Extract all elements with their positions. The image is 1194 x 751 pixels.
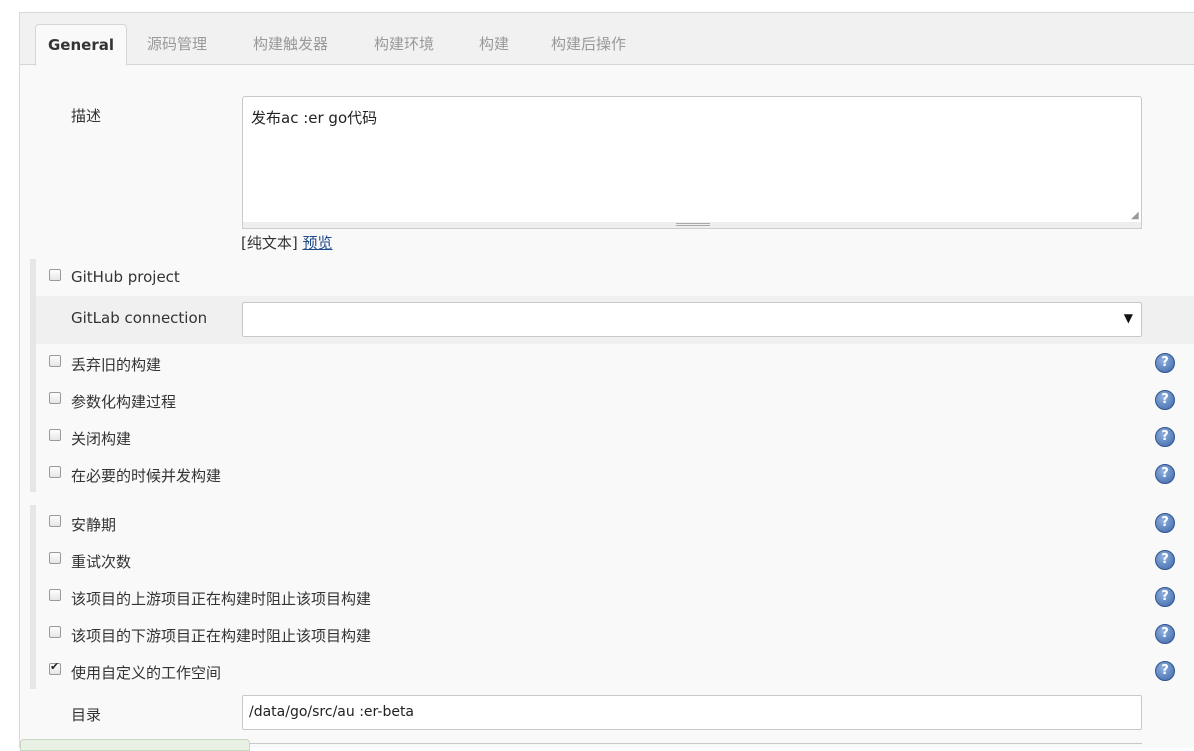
disable-build-label: 关闭构建 (71, 430, 132, 448)
format-plain-text: [纯文本] (241, 234, 298, 252)
help-icon[interactable]: ? (1155, 587, 1175, 607)
description-label: 描述 (71, 107, 102, 125)
help-icon[interactable]: ? (1155, 390, 1175, 410)
concurrent-build-label: 在必要的时候并发构建 (71, 467, 222, 485)
job-config-panel: General 源码管理 构建触发器 构建环境 构建 构建后操作 描述 发布ac… (19, 12, 1194, 751)
help-icon[interactable]: ? (1155, 513, 1175, 533)
block-upstream-label: 该项目的上游项目正在构建时阻止该项目构建 (71, 590, 372, 608)
retry-count-checkbox[interactable] (49, 552, 61, 564)
next-field-edge (250, 743, 1142, 751)
directory-label: 目录 (71, 706, 102, 724)
resize-corner-icon[interactable]: ◢ (1131, 210, 1139, 221)
block-downstream-label: 该项目的下游项目正在构建时阻止该项目构建 (71, 627, 372, 645)
block-downstream-checkbox[interactable] (49, 626, 61, 638)
help-icon[interactable]: ? (1155, 661, 1175, 681)
description-textarea[interactable]: 发布ac :er go代码 (242, 96, 1142, 224)
discard-old-builds-checkbox[interactable] (49, 355, 61, 367)
quiet-period-checkbox[interactable] (49, 515, 61, 527)
help-icon[interactable]: ? (1155, 550, 1175, 570)
tab-post-build-actions[interactable]: 构建后操作 (539, 24, 638, 65)
custom-workspace-checkbox[interactable] (49, 660, 61, 675)
next-section-header (20, 739, 250, 751)
config-tab-bar: General 源码管理 构建触发器 构建环境 构建 构建后操作 (20, 13, 1194, 66)
quiet-period-label: 安静期 (71, 516, 117, 534)
block-upstream-checkbox[interactable] (49, 589, 61, 601)
discard-old-builds-label: 丢弃旧的构建 (71, 356, 162, 374)
github-project-label: GitHub project (71, 268, 180, 286)
help-icon[interactable]: ? (1155, 353, 1175, 373)
chevron-down-icon: ▼ (1123, 311, 1133, 325)
parameterized-build-label: 参数化构建过程 (71, 393, 177, 411)
gitlab-connection-select[interactable]: ▼ (242, 302, 1142, 337)
parameterized-build-checkbox[interactable] (49, 392, 61, 404)
custom-workspace-label: 使用自定义的工作空间 (71, 664, 222, 682)
github-project-checkbox[interactable] (49, 269, 61, 281)
preview-link[interactable]: 预览 (303, 234, 333, 252)
textarea-resize-grip[interactable] (242, 222, 1142, 229)
tab-build-triggers[interactable]: 构建触发器 (241, 24, 340, 65)
tab-build-environment[interactable]: 构建环境 (362, 24, 446, 65)
tab-build[interactable]: 构建 (467, 24, 521, 65)
help-icon[interactable]: ? (1155, 624, 1175, 644)
directory-input[interactable]: /data/go/src/au :er-beta (242, 695, 1142, 730)
option-group-bar (30, 505, 36, 689)
gitlab-connection-label: GitLab connection (71, 309, 208, 327)
help-icon[interactable]: ? (1155, 427, 1175, 447)
description-format: [纯文本] 预览 (241, 232, 333, 253)
retry-count-label: 重试次数 (71, 553, 132, 571)
tab-source-code-management[interactable]: 源码管理 (135, 24, 219, 65)
help-icon[interactable]: ? (1155, 464, 1175, 484)
tab-general[interactable]: General (35, 24, 127, 66)
option-group-bar (30, 259, 36, 492)
concurrent-build-checkbox[interactable] (49, 466, 61, 478)
disable-build-checkbox[interactable] (49, 429, 61, 441)
